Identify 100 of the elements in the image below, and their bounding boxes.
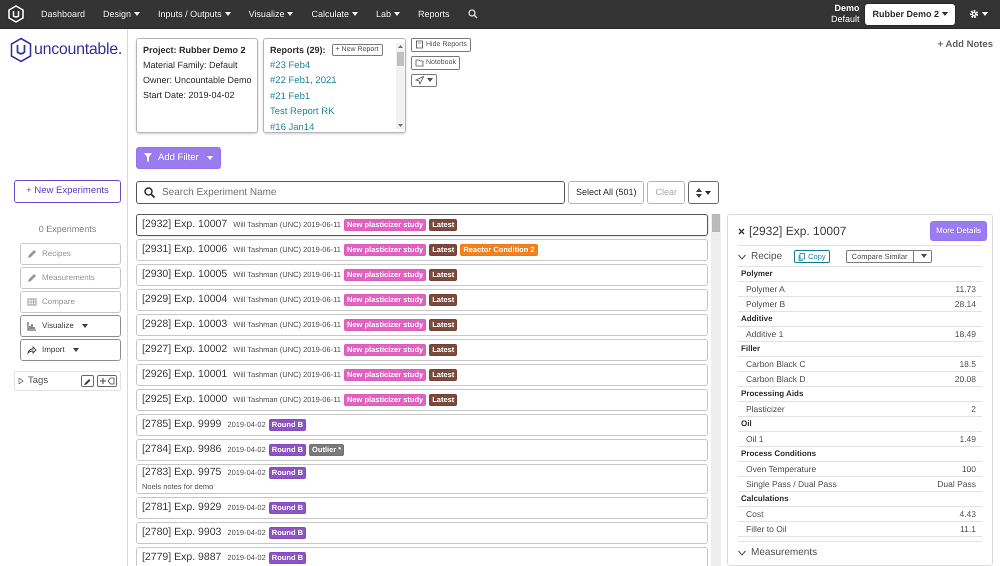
report-icon <box>415 40 424 50</box>
experiment-title: [2784] Exp. 9986 <box>142 443 222 458</box>
group-heading: Polymer <box>738 267 982 282</box>
add-notes-button[interactable]: + Add Notes <box>938 38 993 52</box>
property-value: 100 <box>962 463 976 476</box>
new-experiments-button[interactable]: + New Experiments <box>14 180 121 203</box>
share-icon <box>27 345 37 356</box>
property-label: Filler to Oil <box>746 523 787 536</box>
group-heading: Filler <box>738 342 982 358</box>
experiment-title: [2927] Exp. 10002 <box>142 343 228 358</box>
close-icon <box>738 228 745 235</box>
property-label: Single Pass / Dual Pass <box>746 478 837 490</box>
plus-tag-icon <box>100 377 114 386</box>
pencil-icon <box>27 249 37 260</box>
experiment-count: 0 Experiments <box>38 222 98 236</box>
filter-icon <box>144 153 152 162</box>
experiment-title: [2779] Exp. 9887 <box>142 550 222 565</box>
nav-link[interactable]: Visualize <box>240 8 302 22</box>
property-label: Cost <box>746 508 764 520</box>
project-title: Project: Rubber Demo 2 <box>143 44 247 57</box>
project-dropdown[interactable]: Rubber Demo 2 <box>865 4 955 26</box>
logo-icon[interactable] <box>8 5 24 24</box>
group-heading: Processing Aids <box>738 387 982 402</box>
experiment-title: [2785] Exp. 9999 <box>142 418 222 432</box>
report-link[interactable]: #21 Feb1 <box>270 88 396 104</box>
property-label: Carbon Black D <box>746 373 806 386</box>
property-value: 20.08 <box>954 373 976 386</box>
dropdown-toggle-button[interactable] <box>914 250 932 264</box>
settings-icon <box>969 9 979 20</box>
experiment-title: [2781] Exp. 9929 <box>142 500 222 515</box>
property-value: 18.5 <box>959 358 976 370</box>
paper-plane-icon <box>415 76 424 85</box>
nav-link[interactable]: Calculate <box>302 8 367 22</box>
group-heading: Calculations <box>738 492 982 508</box>
project-detail: Start Date: 2019-04-02 <box>143 88 236 102</box>
experiment-title: [2783] Exp. 9975 <box>142 466 222 480</box>
experiment-title: [2929] Exp. 10004 <box>142 293 228 308</box>
pencil-icon <box>84 378 91 385</box>
property-label: Polymer A <box>746 283 785 296</box>
nav-link[interactable]: Lab <box>366 8 410 22</box>
nav-link[interactable]: Design <box>94 8 150 22</box>
property-label: Polymer B <box>746 298 786 310</box>
experiment-title: [2780] Exp. 9903 <box>142 526 222 540</box>
report-link[interactable]: #16 Jan14 <box>270 120 396 136</box>
logo-text: uncountable. <box>34 40 122 60</box>
property-value: 4.43 <box>959 508 976 520</box>
experiment-title: [2932] Exp. 10007 <box>142 218 228 232</box>
sort-button[interactable] <box>688 181 719 204</box>
nav-link[interactable]: Inputs / Outputs <box>149 8 240 22</box>
experiment-title: [2930] Exp. 10005 <box>142 268 228 282</box>
report-link[interactable]: #22 Feb1, 2021 <box>270 73 396 89</box>
property-value: 18.49 <box>954 328 976 340</box>
scrollbar[interactable] <box>711 214 721 566</box>
search-icon <box>144 187 155 198</box>
pencil-icon <box>27 273 37 284</box>
folder-icon <box>415 58 424 68</box>
tags-toggle[interactable]: Tags <box>18 374 48 388</box>
experiment-title: [2928] Exp. 10003 <box>142 318 228 332</box>
select-all-button[interactable]: Select All (501) <box>568 181 644 204</box>
send-button[interactable] <box>411 74 437 87</box>
nav-link[interactable]: Dashboard <box>32 8 94 22</box>
property-label: Carbon Black C <box>746 358 806 370</box>
section-toggle[interactable]: Measurements <box>738 545 818 560</box>
chart-icon <box>27 321 37 332</box>
property-value: Dual Pass <box>937 478 976 490</box>
property-label: Oil 1 <box>746 433 764 446</box>
report-link[interactable]: #23 Feb4 <box>270 58 396 74</box>
organization-name: Default <box>830 14 860 26</box>
project-detail: Owner: Uncountable Demo <box>143 74 251 87</box>
project-detail: Material Family: Default <box>143 58 239 72</box>
experiment-title: [2931] Exp. 10006 <box>142 243 228 258</box>
property-label: Plasticizer <box>746 403 785 416</box>
experiment-title: [2925] Exp. 10000 <box>142 393 228 408</box>
group-heading: Additive <box>738 312 982 328</box>
section-toggle[interactable]: Recipe <box>738 249 782 264</box>
property-value: 28.14 <box>954 298 976 310</box>
add-tag-button[interactable] <box>97 375 117 388</box>
scrollbar[interactable] <box>396 42 405 129</box>
nav-link[interactable]: Reports <box>409 8 459 22</box>
copy-icon <box>798 252 806 261</box>
property-label: Additive 1 <box>746 328 784 340</box>
property-value: 11.73 <box>955 283 976 296</box>
grid-icon <box>27 297 37 308</box>
group-heading: Oil <box>738 417 982 432</box>
group-heading: Process Conditions <box>738 447 982 462</box>
logo-icon <box>10 36 32 63</box>
detail-title: [2932] Exp. 10007 <box>749 223 846 240</box>
property-label: Oven Temperature <box>746 463 816 476</box>
user-name: Demo <box>833 3 860 14</box>
sort-icon <box>696 188 702 198</box>
sidebar-button[interactable]: Import <box>20 339 121 362</box>
report-link[interactable]: Test Report RK <box>270 104 396 120</box>
property-value: 1.49 <box>959 433 976 446</box>
experiment-title: [2926] Exp. 10001 <box>142 368 228 382</box>
property-value: 2 <box>971 403 976 416</box>
property-value: 11.1 <box>960 523 976 536</box>
search-icon <box>468 9 478 20</box>
sidebar-button[interactable]: Visualize <box>20 315 121 338</box>
edit-tags-button[interactable] <box>81 375 94 388</box>
search-field[interactable]: Search Experiment Name <box>136 181 565 204</box>
